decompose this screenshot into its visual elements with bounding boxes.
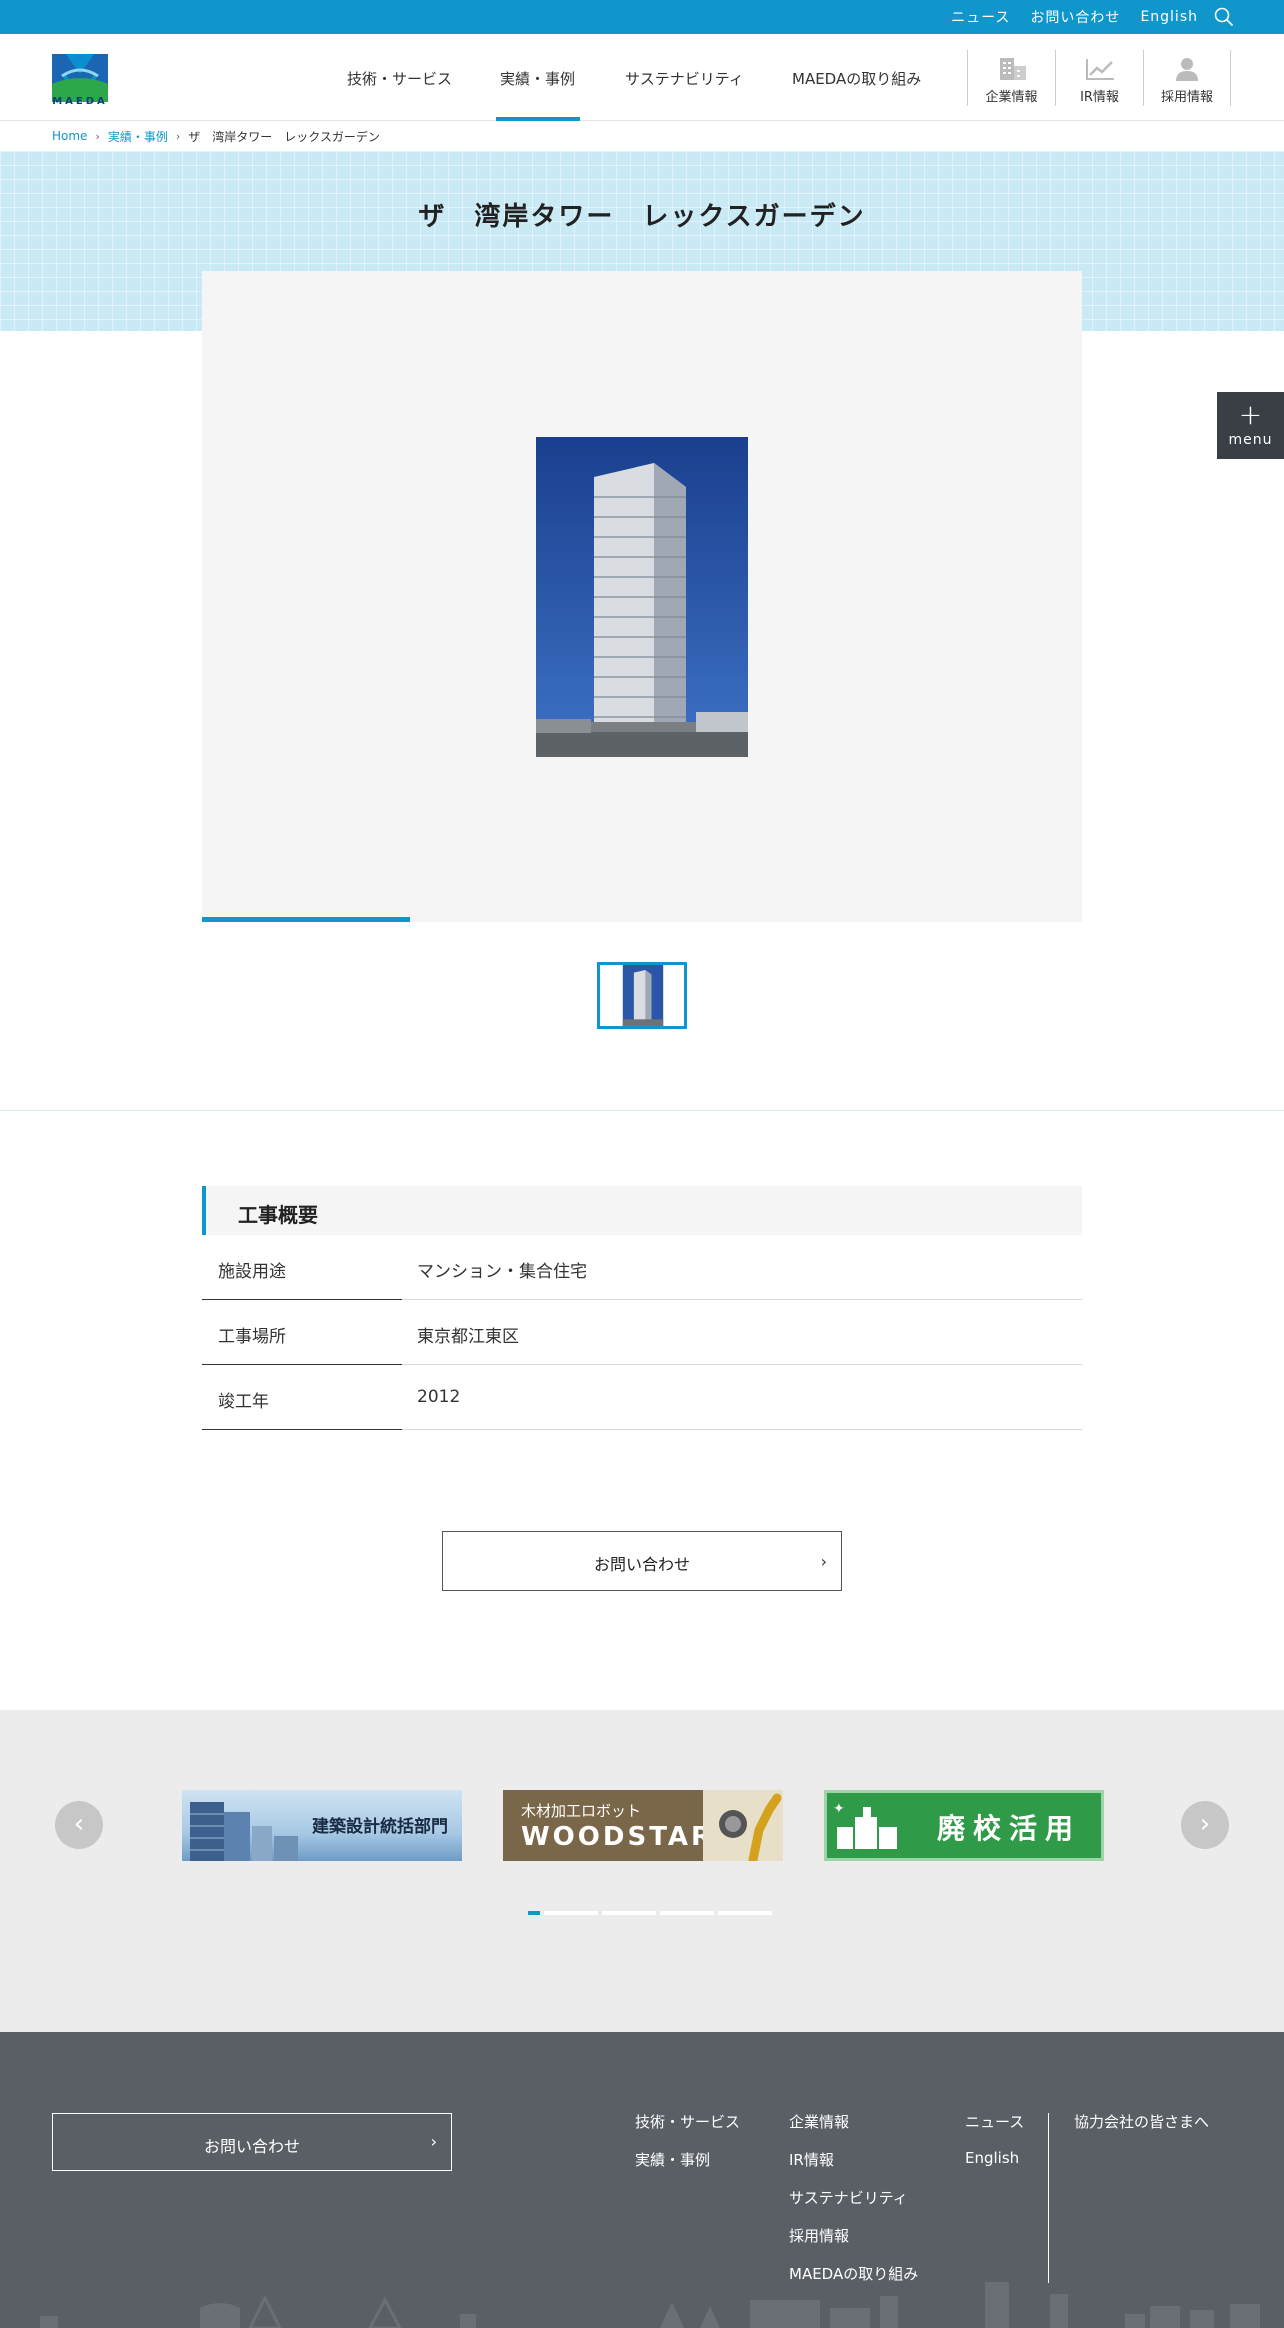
overview-value: 東京都江東区 [417,1327,519,1347]
header-link-company-label: 企業情報 [985,90,1038,105]
overview-key: 竣工年 [218,1392,269,1412]
breadcrumb-home[interactable]: Home [52,129,87,143]
gnav-active-indicator [496,117,580,121]
footer-divider [1048,2113,1049,2283]
footer-link-ir[interactable]: IR情報 [789,2149,834,2170]
logo-wordmark: MAEDA [52,96,108,107]
banner-architecture-design[interactable]: 建築設計統括部門 [182,1790,462,1861]
header-link-ir-label: IR情報 [1080,90,1119,105]
top-utility-bar: ニュース お問い合わせ English [0,0,1284,34]
overview-key-cell: 竣工年 [202,1365,402,1430]
carousel-dot[interactable] [660,1911,714,1915]
banner-woodstar-title: WOODSTAR [521,1822,715,1852]
footer-link-works[interactable]: 実績・事例 [635,2149,710,2170]
chevron-right-icon: › [820,1552,827,1571]
carousel-prev-button[interactable]: ‹ [55,1801,103,1849]
utility-links: ニュース お問い合わせ English [951,0,1198,34]
robot-arm-illustration [703,1790,783,1861]
gallery-thumbnail[interactable] [597,962,687,1029]
footer-link-english[interactable]: English [965,2149,1019,2167]
banner-carousel [0,1710,1284,2032]
contact-button[interactable]: お問い合わせ › [442,1531,842,1591]
gnav-sustainability[interactable]: サステナビリティ [625,68,744,89]
overview-row: 竣工年 2012 [202,1365,1082,1430]
chevron-right-icon: › [430,2132,437,2151]
side-menu-label: menu [1228,432,1273,448]
contact-button-label: お問い合わせ [593,1555,690,1574]
footer-contact-button[interactable]: お問い合わせ › [52,2113,452,2171]
banner-architecture-text: 建築設計統括部門 [312,1817,448,1837]
overview-row: 工事場所 東京都江東区 [202,1300,1082,1365]
chevron-right-icon: › [95,129,100,143]
utility-link-english[interactable]: English [1140,9,1198,25]
header-link-recruit-label: 採用情報 [1160,90,1213,105]
overview-key: 施設用途 [218,1262,286,1282]
banner-school-reuse[interactable]: ✦ 廃校活用 [824,1790,1104,1861]
section-divider [0,1110,1284,1111]
footer-link-tech-services[interactable]: 技術・サービス [635,2111,740,2132]
building-icon [999,58,1026,80]
carousel-dot[interactable] [544,1911,598,1915]
chart-icon [1085,59,1114,80]
person-icon [1176,58,1198,81]
footer-contact-label: お問い合わせ [203,2137,300,2156]
building-illustration [190,1802,298,1861]
utility-link-news[interactable]: ニュース [951,7,1010,27]
footer-link-news[interactable]: ニュース [965,2111,1024,2132]
footer-link-partners[interactable]: 協力会社の皆さまへ [1074,2111,1209,2132]
breadcrumb-current: ザ 湾岸タワー レックスガーデン [188,129,380,144]
overview-row: 施設用途 マンション・集合住宅 [202,1235,1082,1300]
gnav-tech-services[interactable]: 技術・サービス [347,68,452,89]
school-icon: ✦ [833,1801,897,1849]
overview-value: マンション・集合住宅 [417,1262,587,1282]
overview-key: 工事場所 [218,1327,286,1347]
overview-heading: 工事概要 [202,1186,1082,1235]
carousel-pagination [528,1911,772,1915]
gnav-maeda-initiatives[interactable]: MAEDAの取り組み [792,68,921,89]
gnav-works[interactable]: 実績・事例 [500,68,575,89]
header-link-recruit[interactable]: 採用情報 [1143,50,1231,106]
carousel-dot[interactable] [528,1911,540,1915]
plus-icon: + [1238,398,1263,431]
side-menu-button[interactable]: + menu [1217,392,1284,459]
overview-key-cell: 施設用途 [202,1235,402,1300]
svg-text:✦: ✦ [833,1801,845,1817]
search-icon[interactable] [1214,7,1234,27]
header-link-ir[interactable]: IR情報 [1055,50,1143,106]
footer-link-company[interactable]: 企業情報 [789,2111,849,2132]
footer-link-recruit[interactable]: 採用情報 [789,2225,849,2246]
carousel-dot[interactable] [602,1911,656,1915]
chevron-left-icon: ‹ [73,1809,85,1839]
chevron-right-icon: › [1199,1809,1211,1839]
skyline-illustration [40,2282,1260,2328]
gallery-progress-bar [202,917,410,922]
overview-key-cell: 工事場所 [202,1300,402,1365]
footer-link-sustainability[interactable]: サステナビリティ [789,2187,908,2208]
breadcrumb-works[interactable]: 実績・事例 [108,128,168,145]
chevron-right-icon: › [175,129,181,143]
header-link-company[interactable]: 企業情報 [967,50,1055,106]
utility-link-contact[interactable]: お問い合わせ [1030,7,1120,27]
carousel-next-button[interactable]: › [1181,1801,1229,1849]
banner-woodstar-subtitle: 木材加工ロボット [521,1802,642,1820]
overview-heading-text: 工事概要 [238,1203,318,1227]
page-title: ザ 湾岸タワー レックスガーデン [418,202,866,232]
carousel-dot[interactable] [718,1911,772,1915]
thumbnail-photo [622,965,664,1026]
breadcrumb: Home › 実績・事例 › ザ 湾岸タワー レックスガーデン [52,128,380,144]
overview-value: 2012 [417,1387,461,1407]
banner-woodstar[interactable]: 木材加工ロボット WOODSTAR [503,1790,783,1861]
global-header: MAEDA 技術・サービス 実績・事例 サステナビリティ MAEDAの取り組み … [0,34,1284,121]
main-photo[interactable] [536,437,748,757]
banner-school-reuse-text: 廃校活用 [937,1812,1082,1845]
